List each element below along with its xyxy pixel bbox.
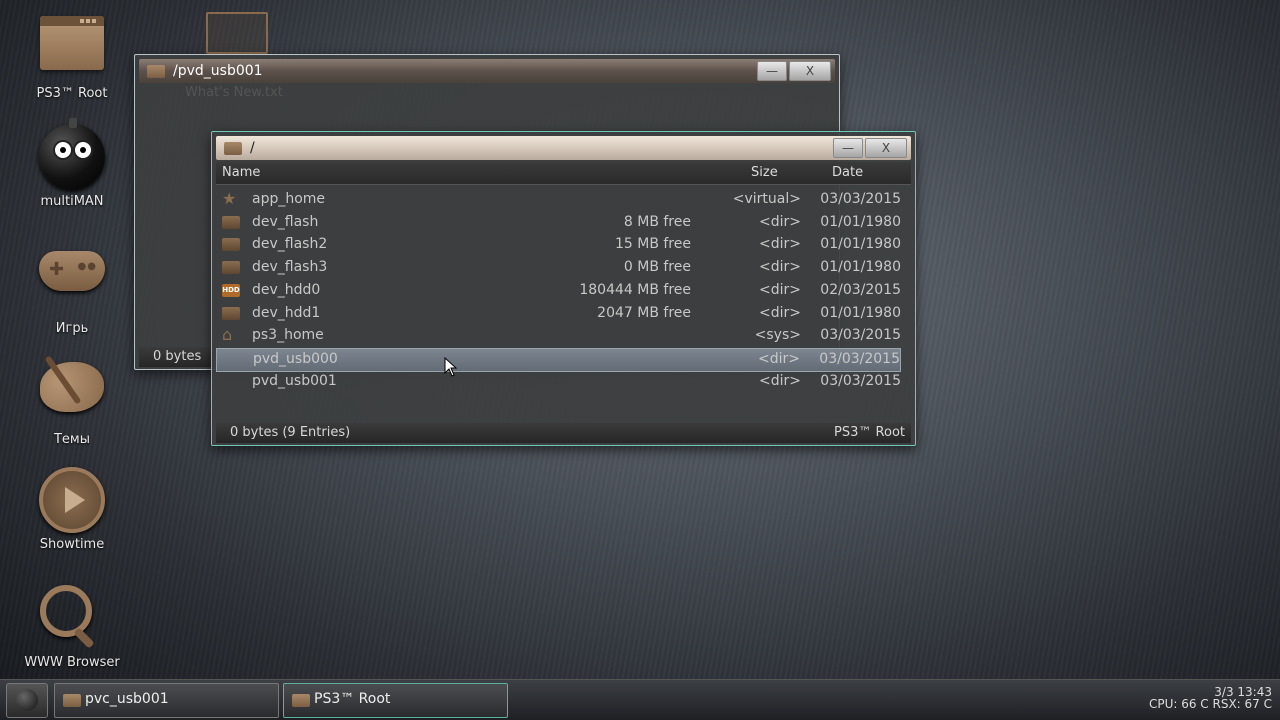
close-button[interactable]: X [865,138,907,158]
file-type: <sys> [754,327,801,344]
file-browser-titlebar[interactable]: / — X [216,136,911,160]
folder-icon [40,16,104,70]
file-name: dev_flash [252,213,319,230]
file-name: dev_flash3 [252,259,328,276]
minimize-button[interactable]: — [757,61,787,81]
bomb-icon [39,118,105,190]
file-size: 8 MB free [623,213,691,230]
desktop-icon-label: WWW Browser [24,655,120,670]
status-right: PS3™ Root [834,425,905,440]
taskbar-item-label: pvc_usb001 [85,691,169,707]
file-date: 01/01/1980 [820,236,901,253]
file-size: 0 MB free [623,259,691,276]
taskbar-item-pvc-usb001[interactable]: pvc_usb001 [54,683,279,718]
desktop-icon-ps3-root[interactable]: PS3™ Root [17,10,127,101]
clock: 3/3 13:43 CPU: 66 C RSX: 67 C [1149,686,1272,710]
file-name: pvd_usb001 [252,372,337,389]
back-window-statusbar: 0 bytes [139,347,211,367]
column-size[interactable]: Size [751,165,778,180]
desktop-icon-multiman[interactable]: multiMAN [17,118,127,209]
window-title: /pvd_usb001 [173,63,263,79]
column-date[interactable]: Date [832,165,863,180]
desktop-icon-themes[interactable]: Темы [17,350,127,447]
file-row[interactable]: pvd_usb001 <dir> 03/03/2015 [216,371,901,393]
column-header: Name Size Date [216,162,911,185]
folder-icon [292,694,310,707]
folder-icon [147,64,165,78]
folder-icon [222,238,240,252]
desktop-icon-label: Игрь [55,321,89,336]
file-row[interactable]: dev_flash3 0 MB free <dir> 01/01/1980 [216,257,901,279]
file-name: app_home [252,191,326,207]
minimize-button[interactable]: — [833,138,863,158]
file-name: pvd_usb000 [253,350,338,367]
window-outline-icon[interactable] [206,12,268,54]
palette-icon [40,362,104,412]
ghost-text: What's New.txt [185,85,283,100]
file-size: 180444 MB free [579,281,691,298]
desktop-icon-label: multiMAN [40,194,104,209]
home-icon: ⌂ [222,325,233,345]
file-type: <dir> [759,236,801,253]
hdd-icon: HDD [222,283,240,297]
play-icon [39,467,105,533]
file-name: dev_hdd0 [252,281,321,298]
file-date: 02/03/2015 [820,281,901,298]
file-type: <dir> [759,304,801,321]
file-row[interactable]: dev_hdd1 2047 MB free <dir> 01/01/1980 [216,303,901,325]
file-type: <dir> [758,350,800,367]
file-type: <dir> [759,281,801,298]
column-name[interactable]: Name [222,165,260,180]
mouse-cursor [444,356,458,381]
magnifier-icon [40,585,92,637]
file-browser-statusbar: 0 bytes (9 Entries) PS3™ Root [216,423,911,443]
status-left: 0 bytes [153,349,202,364]
window-title: / [250,140,255,156]
file-date: 03/03/2015 [820,327,901,344]
desktop-icon-showtime[interactable]: Showtime [17,463,127,552]
folder-icon [222,215,240,229]
folder-icon [222,261,240,275]
folder-icon [63,694,81,707]
file-type: <dir> [759,372,801,389]
file-date: 03/03/2015 [819,350,900,367]
gamepad-icon [39,251,105,291]
file-row[interactable]: ⌂ ps3_home <sys> 03/03/2015 [216,325,901,347]
file-row[interactable]: dev_flash 8 MB free <dir> 01/01/1980 [216,212,901,234]
file-type: <dir> [759,213,801,230]
desktop-icon-label: Showtime [39,537,105,552]
file-date: 03/03/2015 [820,191,901,207]
file-type: <virtual> [732,191,801,207]
file-row[interactable]: pvd_usb000 <dir> 03/03/2015 [216,347,901,372]
folder-icon [222,306,240,320]
start-button[interactable] [6,683,48,718]
file-row[interactable]: ★ app_home <virtual> 03/03/2015 [216,189,901,211]
file-date: 01/01/1980 [820,213,901,230]
file-row[interactable]: dev_flash2 15 MB free <dir> 01/01/1980 [216,234,901,256]
desktop-icon-label: PS3™ Root [36,86,108,101]
desktop-icon-games[interactable]: Игрь [17,237,127,336]
star-icon: ★ [222,189,237,208]
file-date: 01/01/1980 [820,304,901,321]
temperature-readout: CPU: 66 C RSX: 67 C [1148,697,1272,711]
taskbar: pvc_usb001 PS3™ Root 3/3 13:43 CPU: 66 C… [0,679,1280,720]
desktop-icon-label: Темы [53,432,90,447]
file-date: 01/01/1980 [820,259,901,276]
file-browser-window[interactable]: / — X Name Size Date ★ app_home <virtual> 0… [211,131,916,446]
back-window-titlebar[interactable]: /pvd_usb001 — X [139,59,835,83]
folder-icon [224,141,242,155]
taskbar-item-ps3-root[interactable]: PS3™ Root [283,683,508,718]
file-type: <dir> [759,259,801,276]
file-size: 2047 MB free [597,304,691,321]
file-row[interactable]: HDD dev_hdd0 180444 MB free <dir> 02/03/2015 [216,280,901,302]
file-date: 03/03/2015 [820,372,901,389]
file-name: dev_flash2 [252,236,328,253]
file-name: dev_hdd1 [252,304,321,321]
taskbar-item-label: PS3™ Root [314,691,391,707]
desktop-icon-www-browser[interactable]: WWW Browser [17,577,127,670]
file-size: 15 MB free [614,236,691,253]
file-name: ps3_home [252,327,324,344]
close-button[interactable]: X [789,61,831,81]
status-left: 0 bytes (9 Entries) [230,425,351,440]
